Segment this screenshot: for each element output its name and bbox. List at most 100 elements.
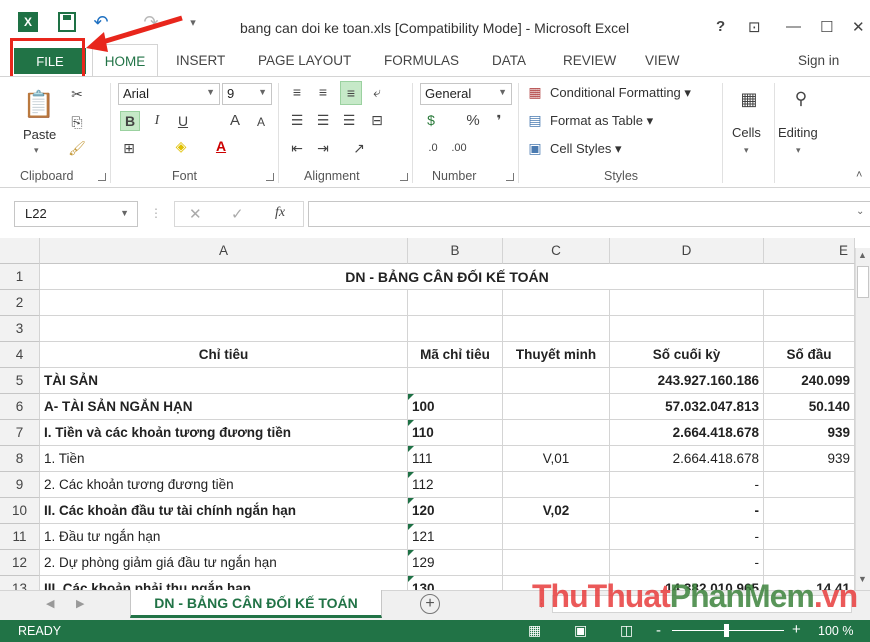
conditional-formatting-button[interactable]: Conditional Formatting ▾	[550, 85, 691, 101]
paste-icon[interactable]: 📋	[23, 87, 55, 121]
cell-c3[interactable]	[503, 316, 610, 342]
cell-a7[interactable]: I. Tiền và các khoản tương đương tiền	[40, 420, 408, 446]
editing-button[interactable]: Editing	[778, 125, 818, 140]
cell-b11[interactable]: 121	[408, 524, 503, 550]
cell-b4[interactable]: Mã chỉ tiêu	[408, 342, 503, 368]
page-break-view-icon[interactable]: ◫	[620, 622, 633, 639]
tab-page-layout[interactable]: PAGE LAYOUT	[258, 53, 351, 68]
minimize-button[interactable]: —	[786, 18, 801, 35]
cell-c6[interactable]	[503, 394, 610, 420]
cell-b3[interactable]	[408, 316, 503, 342]
row-header[interactable]: 3	[0, 316, 40, 342]
cell-c12[interactable]	[503, 550, 610, 576]
cell-d10[interactable]: -	[610, 498, 764, 524]
cell-c8[interactable]: V,01	[503, 446, 610, 472]
zoom-out-button[interactable]: -	[656, 622, 661, 639]
select-all-corner[interactable]	[0, 238, 40, 264]
collapse-ribbon-icon[interactable]: ˄	[856, 169, 862, 181]
chevron-down-icon[interactable]: ▾	[744, 145, 749, 156]
column-header-a[interactable]: A	[40, 238, 408, 264]
column-header-b[interactable]: B	[408, 238, 503, 264]
cell-d9[interactable]: -	[610, 472, 764, 498]
maximize-button[interactable]: ☐	[820, 18, 833, 36]
decrease-indent-icon[interactable]: ⇤	[288, 139, 306, 157]
tab-data[interactable]: DATA	[492, 53, 526, 68]
format-painter-icon[interactable]: 🖌	[68, 139, 86, 157]
cell-styles-button[interactable]: Cell Styles ▾	[550, 141, 622, 157]
row-header[interactable]: 5	[0, 368, 40, 394]
add-sheet-button[interactable]: +	[420, 594, 440, 614]
cell-a8[interactable]: 1. Tiền	[40, 446, 408, 472]
cell-e11[interactable]	[764, 524, 855, 550]
cell-d4[interactable]: Số cuối kỳ	[610, 342, 764, 368]
underline-button[interactable]: U	[174, 112, 192, 130]
binoculars-icon[interactable]: ⚲	[790, 87, 812, 111]
align-right-icon[interactable]: ☰	[340, 111, 358, 129]
cell-b12[interactable]: 129	[408, 550, 503, 576]
scroll-thumb[interactable]	[857, 266, 869, 298]
cell-d8[interactable]: 2.664.418.678	[610, 446, 764, 472]
orientation-icon[interactable]: ↗	[350, 139, 368, 157]
close-button[interactable]: ✕	[852, 18, 865, 36]
cell-e12[interactable]	[764, 550, 855, 576]
ribbon-display-icon[interactable]: ⊡	[748, 18, 761, 36]
expand-formula-icon[interactable]: ⌄	[856, 206, 864, 217]
help-icon[interactable]: ?	[716, 18, 725, 35]
row-header[interactable]: 7	[0, 420, 40, 446]
align-bottom-icon[interactable]: ≡	[340, 81, 362, 105]
align-middle-icon[interactable]: ≡	[314, 83, 332, 101]
bold-button[interactable]: B	[120, 111, 140, 131]
wrap-text-icon[interactable]: ⤶	[368, 83, 386, 101]
row-header[interactable]: 1	[0, 264, 40, 290]
grow-font-button[interactable]: A	[226, 111, 244, 129]
cell-a6[interactable]: A- TÀI SẢN NGẮN HẠN	[40, 394, 408, 420]
comma-style-button[interactable]: ❜	[490, 111, 508, 129]
tab-view[interactable]: VIEW	[645, 53, 680, 68]
cell-e8[interactable]: 939	[764, 446, 855, 472]
chevron-down-icon[interactable]: ▾	[796, 145, 801, 156]
align-left-icon[interactable]: ☰	[288, 111, 306, 129]
cell-e9[interactable]	[764, 472, 855, 498]
cell-c9[interactable]	[503, 472, 610, 498]
number-launcher-icon[interactable]	[506, 173, 514, 181]
tab-review[interactable]: REVIEW	[563, 53, 616, 68]
cell-e3[interactable]	[764, 316, 855, 342]
cell-b6[interactable]: 100	[408, 394, 503, 420]
zoom-level[interactable]: 100 %	[818, 624, 853, 638]
format-as-table-button[interactable]: Format as Table ▾	[550, 113, 653, 129]
format-as-table-icon[interactable]: ▤	[526, 111, 544, 129]
cell-a3[interactable]	[40, 316, 408, 342]
percent-style-button[interactable]: %	[464, 111, 482, 129]
merge-center-icon[interactable]: ⊟	[368, 111, 386, 129]
align-center-icon[interactable]: ☰	[314, 111, 332, 129]
prev-sheet-icon[interactable]: ◀	[46, 597, 54, 610]
row-header[interactable]: 8	[0, 446, 40, 472]
row-header[interactable]: 12	[0, 550, 40, 576]
cell-d3[interactable]	[610, 316, 764, 342]
row-header[interactable]: 2	[0, 290, 40, 316]
tab-formulas[interactable]: FORMULAS	[384, 53, 459, 68]
increase-decimal-icon[interactable]: .0	[424, 139, 442, 157]
cell-c11[interactable]	[503, 524, 610, 550]
sheet-tab-active[interactable]: DN - BẢNG CÂN ĐỐI KẾ TOÁN	[130, 590, 382, 618]
zoom-slider-thumb[interactable]	[724, 624, 729, 637]
cell-b13[interactable]: 130	[408, 576, 503, 590]
enter-icon[interactable]: ✓	[231, 205, 244, 223]
borders-icon[interactable]: ⊞	[120, 139, 138, 157]
cell-d2[interactable]	[610, 290, 764, 316]
insert-function-icon[interactable]: fx	[275, 205, 285, 221]
cell-c5[interactable]	[503, 368, 610, 394]
cell-a2[interactable]	[40, 290, 408, 316]
cell-b7[interactable]: 110	[408, 420, 503, 446]
cell-c10[interactable]: V,02	[503, 498, 610, 524]
cancel-icon[interactable]: ✕	[189, 205, 202, 223]
cell-c4[interactable]: Thuyết minh	[503, 342, 610, 368]
drag-handle-icon[interactable]: ⋮	[150, 206, 162, 220]
cell-c7[interactable]	[503, 420, 610, 446]
zoom-in-button[interactable]: +	[792, 621, 801, 638]
cell-a11[interactable]: 1. Đầu tư ngắn hạn	[40, 524, 408, 550]
copy-icon[interactable]: ⎘	[68, 113, 86, 131]
cell-e4[interactable]: Số đầu	[764, 342, 855, 368]
conditional-formatting-icon[interactable]: ▦	[526, 83, 544, 101]
cell-b5[interactable]	[408, 368, 503, 394]
